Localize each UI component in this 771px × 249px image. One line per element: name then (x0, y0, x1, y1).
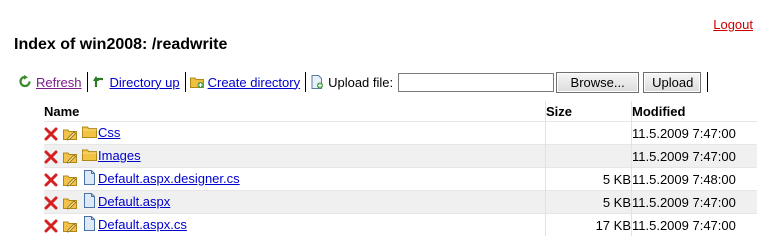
rename-icon[interactable] (63, 173, 77, 187)
modified-cell: 11.5.2009 7:47:00 (631, 144, 757, 168)
create-directory-link[interactable]: Create directory (208, 75, 300, 90)
rename-icon[interactable] (63, 219, 77, 233)
size-cell: 5 KB (545, 167, 632, 191)
upload-file-label: Upload file: (328, 74, 394, 90)
name-cell: Default.aspx (44, 190, 546, 214)
delete-icon[interactable] (44, 196, 58, 210)
delete-icon[interactable] (44, 219, 58, 233)
folder-icon (82, 124, 97, 139)
file-table: Name Size Modified Css 11.5.2009 7:47:00 (44, 101, 757, 236)
folder-icon (82, 147, 97, 162)
rename-icon[interactable] (63, 150, 77, 164)
upload-file-icon (310, 75, 324, 89)
size-cell: 5 KB (545, 190, 632, 214)
toolbar-separator (707, 72, 709, 92)
file-icon (82, 216, 97, 232)
delete-icon[interactable] (44, 127, 58, 141)
page-title: Index of win2008: /readwrite (14, 36, 228, 53)
folder-link[interactable]: Images (98, 148, 141, 163)
toolbar-separator (305, 72, 307, 92)
table-row: Images 11.5.2009 7:47:00 (44, 144, 757, 168)
rename-icon[interactable] (63, 196, 77, 210)
logout-link[interactable]: Logout (713, 17, 753, 32)
rename-icon[interactable] (63, 127, 77, 141)
file-link[interactable]: Default.aspx (98, 194, 170, 209)
toolbar-separator (86, 72, 88, 92)
delete-icon[interactable] (44, 150, 58, 164)
name-cell: Default.aspx.designer.cs (44, 167, 546, 191)
size-cell (545, 121, 632, 145)
modified-cell: 11.5.2009 7:47:00 (631, 190, 757, 214)
upload-file-input[interactable] (398, 72, 555, 92)
column-header-modified[interactable]: Modified (631, 101, 757, 122)
file-icon (82, 170, 97, 186)
browse-button[interactable]: Browse... (556, 71, 640, 93)
size-cell: 17 KB (545, 213, 632, 236)
table-header-row: Name Size Modified (44, 101, 757, 122)
modified-cell: 11.5.2009 7:48:00 (631, 167, 757, 191)
directory-up-icon[interactable] (92, 75, 106, 89)
modified-cell: 11.5.2009 7:47:00 (631, 213, 757, 236)
table-row: Css 11.5.2009 7:47:00 (44, 121, 757, 145)
table-row: Default.aspx.cs 17 KB 11.5.2009 7:47:00 (44, 213, 757, 236)
new-folder-icon[interactable] (189, 75, 204, 89)
refresh-link[interactable]: Refresh (36, 75, 82, 90)
size-cell (545, 144, 632, 168)
delete-icon[interactable] (44, 173, 58, 187)
table-row: Default.aspx 5 KB 11.5.2009 7:47:00 (44, 190, 757, 214)
file-icon (82, 193, 97, 209)
toolbar: Refresh Directory up Create directory Up… (18, 70, 709, 94)
name-cell: Images (44, 144, 546, 168)
upload-button[interactable]: Upload (643, 71, 702, 93)
directory-up-link[interactable]: Directory up (110, 75, 180, 90)
name-cell: Default.aspx.cs (44, 213, 546, 236)
column-header-name[interactable]: Name (44, 101, 546, 122)
file-link[interactable]: Default.aspx.cs (98, 217, 187, 232)
folder-link[interactable]: Css (98, 125, 120, 140)
column-header-size[interactable]: Size (545, 101, 632, 122)
table-row: Default.aspx.designer.cs 5 KB 11.5.2009 … (44, 167, 757, 191)
toolbar-separator (184, 72, 186, 92)
refresh-icon[interactable] (18, 75, 32, 89)
modified-cell: 11.5.2009 7:47:00 (631, 121, 757, 145)
name-cell: Css (44, 121, 546, 145)
file-link[interactable]: Default.aspx.designer.cs (98, 171, 240, 186)
